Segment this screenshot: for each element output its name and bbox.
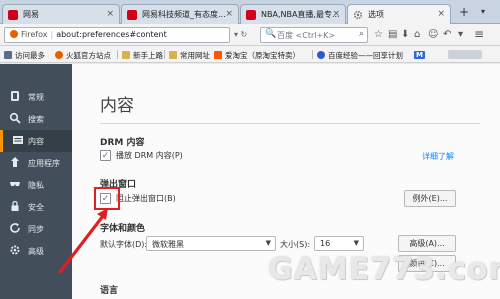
watermark-logo: GAME773.com [268,252,500,287]
